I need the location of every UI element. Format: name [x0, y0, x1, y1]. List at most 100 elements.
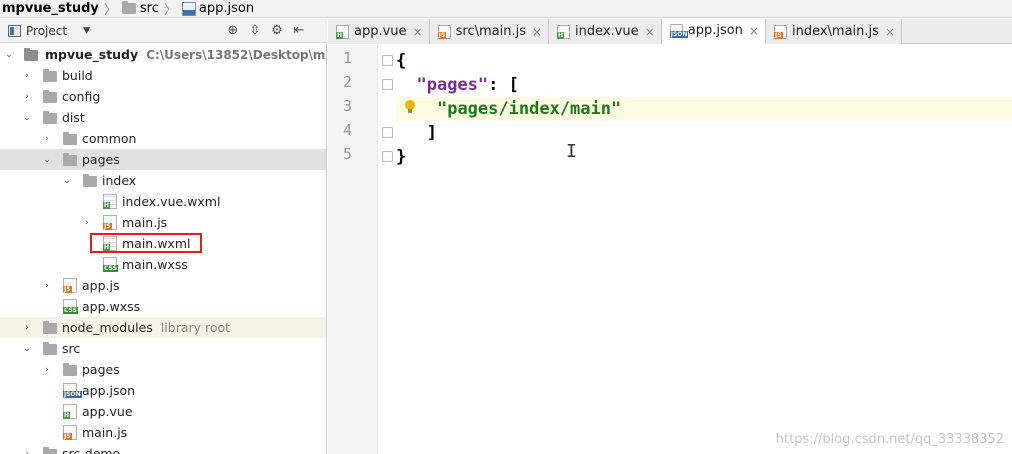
tree-item-index[interactable]: ⌄ index	[0, 170, 326, 191]
tree-item-node-modules[interactable]: › node_modules library root	[0, 317, 326, 338]
tab-label: app.json	[687, 23, 743, 38]
close-icon[interactable]: ×	[885, 25, 895, 39]
code-editor[interactable]: 1 2 3 4 5 { "pages": [ "pages/index/main…	[328, 45, 1012, 454]
folder-icon	[63, 132, 77, 145]
tab-index-vue[interactable]: H index.vue ×	[549, 19, 662, 44]
tab-index-main-js[interactable]: JS index\main.js ×	[765, 19, 902, 44]
tree-item-app-json[interactable]: JSON app.json	[0, 380, 326, 401]
chevron-down-icon[interactable]: ⌄	[21, 107, 33, 128]
project-view-selector[interactable]: Project ▼	[0, 24, 222, 38]
tree-label-node-modules: node_modules	[62, 320, 153, 335]
folder-icon	[43, 90, 57, 103]
tree-item-mpvue-study[interactable]: ⌄ mpvue_study C:\Users\13852\Desktop\mpvu…	[0, 44, 326, 65]
tree-label-main-js: main.js	[122, 215, 168, 230]
breadcrumb-project[interactable]: mpvue_study	[2, 1, 99, 16]
close-icon[interactable]: ×	[413, 25, 423, 39]
tree-label-src-pages: pages	[82, 362, 120, 377]
js-file-icon: JS	[437, 24, 451, 39]
tree-label-src-demo: src-demo	[62, 446, 121, 454]
tree-item-app-vue[interactable]: H app.vue	[0, 401, 326, 422]
chevron-right-icon[interactable]: ›	[21, 86, 33, 107]
watermark-text: https://blog.csdn.net/qq_33338352	[775, 432, 1004, 447]
hide-panel-icon[interactable]: ⇤	[288, 22, 310, 40]
tree-item-src-pages[interactable]: › pages	[0, 359, 326, 380]
collapse-icon[interactable]: ⇳	[244, 22, 266, 40]
folder-icon	[43, 342, 57, 355]
folder-icon	[24, 48, 38, 61]
folder-icon	[63, 363, 77, 376]
close-icon[interactable]: ×	[645, 25, 655, 39]
vue-file-icon: H	[557, 24, 571, 39]
tree-label-src: src	[62, 341, 81, 356]
wxml-file-icon: H	[103, 194, 117, 209]
chevron-down-icon[interactable]: ⌄	[3, 44, 15, 65]
close-icon[interactable]: ×	[532, 25, 542, 39]
folder-icon	[63, 153, 77, 166]
project-icon	[8, 24, 21, 37]
fold-icon[interactable]	[382, 55, 393, 66]
tree-item-common[interactable]: › common	[0, 128, 326, 149]
tree-item-build[interactable]: › build	[0, 65, 326, 86]
gear-icon[interactable]: ⚙	[266, 22, 288, 40]
tree-label-app-vue: app.vue	[82, 404, 133, 419]
tab-label: app.vue	[354, 24, 407, 39]
tree-item-src-demo[interactable]: › src-demo	[0, 443, 326, 454]
tab-src-main-js[interactable]: JS src\main.js ×	[429, 19, 550, 44]
chevron-down-icon[interactable]: ⌄	[21, 338, 33, 359]
tree-item-index-vue-wxml[interactable]: H index.vue.wxml	[0, 191, 326, 212]
line-number: 2	[342, 73, 352, 91]
js-file-icon: JS	[63, 425, 77, 440]
fold-gutter	[378, 45, 396, 454]
tree-item-dist[interactable]: ⌄ dist	[0, 107, 326, 128]
code-line-3: "pages/index/main"	[396, 97, 1012, 121]
tree-label-src-main-js: main.js	[82, 425, 128, 440]
chevron-down-icon[interactable]: ▼	[83, 26, 90, 36]
project-panel-header: Project ▼ ⊕ ⇳ ⚙ ⇤	[0, 19, 327, 43]
tree-label-pages: pages	[82, 152, 120, 167]
fold-icon[interactable]	[382, 79, 393, 90]
chevron-down-icon[interactable]: ⌄	[41, 149, 53, 170]
root-path: C:\Users\13852\Desktop\mpvue_t	[146, 48, 326, 62]
tab-app-json[interactable]: JSON app.json ×	[661, 19, 766, 44]
chevron-right-icon[interactable]: ›	[41, 359, 53, 380]
navigation-bar: mpvue_study 〉 src 〉 app.json	[0, 0, 1012, 18]
tree-label-build: build	[62, 68, 93, 83]
tree-item-pages[interactable]: ⌄ pages	[0, 149, 326, 170]
tree-label-main-wxss: main.wxss	[122, 257, 188, 272]
tree-item-main-wxss[interactable]: CSS main.wxss	[0, 254, 326, 275]
breadcrumb-file[interactable]: app.json	[181, 1, 254, 16]
chevron-down-icon[interactable]: ⌄	[61, 170, 73, 191]
lightbulb-icon[interactable]	[405, 100, 415, 114]
chevron-right-icon[interactable]: ›	[21, 317, 33, 338]
text-cursor-icon: I	[566, 141, 577, 162]
tree-item-app-js[interactable]: › JS app.js	[0, 275, 326, 296]
tree-item-src-main-js[interactable]: JS main.js	[0, 422, 326, 443]
js-file-icon: JS	[103, 215, 117, 230]
line-number: 3	[342, 97, 352, 115]
breadcrumb-folder[interactable]: src	[121, 1, 159, 16]
json-file-icon: JSON	[669, 23, 689, 38]
json-string: "pages/index/main"	[436, 99, 622, 119]
breadcrumb-separator: 〉	[103, 3, 117, 18]
crosshair-icon[interactable]: ⊕	[222, 22, 244, 40]
css-file-icon: CSS	[63, 299, 78, 314]
tree-item-src[interactable]: ⌄ src	[0, 338, 326, 359]
close-icon[interactable]: ×	[749, 24, 759, 38]
tree-label-index: index	[102, 173, 137, 188]
tab-app-vue[interactable]: H app.vue ×	[328, 19, 430, 44]
tree-item-app-wxss[interactable]: CSS app.wxss	[0, 296, 326, 317]
tab-label: index.vue	[575, 24, 639, 39]
chevron-right-icon[interactable]: ›	[21, 65, 33, 86]
chevron-right-icon[interactable]: ›	[81, 212, 93, 233]
folder-icon	[43, 447, 57, 454]
fold-icon[interactable]	[382, 151, 393, 162]
code-brace-open: {	[396, 51, 407, 71]
chevron-right-icon[interactable]: ›	[41, 275, 53, 296]
line-number: 4	[342, 121, 352, 139]
chevron-right-icon[interactable]: ›	[41, 128, 53, 149]
tree-item-main-js[interactable]: › JS main.js	[0, 212, 326, 233]
folder-icon	[43, 111, 57, 124]
fold-icon[interactable]	[382, 127, 393, 138]
chevron-right-icon[interactable]: ›	[21, 443, 33, 454]
tree-item-config[interactable]: › config	[0, 86, 326, 107]
